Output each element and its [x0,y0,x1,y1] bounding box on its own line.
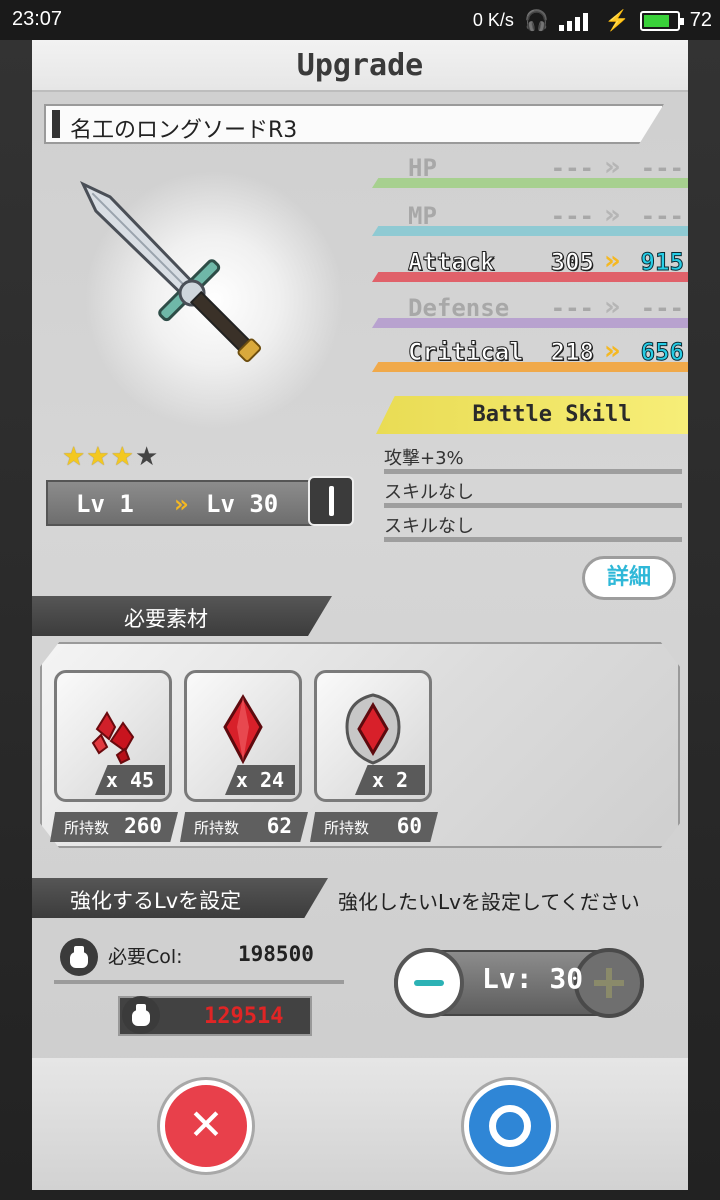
red-gem-icon [223,694,263,765]
status-time: 23:07 [12,8,63,30]
level-to: Lv 30 [206,490,279,518]
stat-current: 305 [550,248,594,277]
stat-label: Critical [408,338,525,367]
stat-arrow-icon: » [604,200,621,230]
stat-row-hp: HP --- » --- [368,152,688,192]
level-set-header: 強化するLvを設定 [32,878,328,918]
red-crystal-shards-icon [91,711,135,765]
skill-item: スキルなし [384,512,682,542]
col-bag-icon [60,938,98,976]
increase-level-button[interactable] [574,948,644,1018]
material-card-red-gem[interactable]: x 24 [184,670,302,802]
skill-item: スキルなし [384,478,682,508]
material-card-red-crystal-shards[interactable]: x 45 [54,670,172,802]
stat-row-critical: Critical 218 » 656 [368,336,688,376]
owned-value: 62 [266,814,292,838]
battery-level: 72 [689,9,712,31]
stat-current: 218 [550,338,594,367]
cost-label: 必要Col: [108,946,183,968]
decrease-level-button[interactable] [394,948,464,1018]
stat-label: HP [408,154,437,182]
level-display: Lv: 30 [482,962,584,995]
status-bar: 23:07 0 K/s 🎧 ⚡ 72 [0,0,720,40]
stat-current: --- [550,154,594,182]
stat-row-mp: MP --- » --- [368,200,688,240]
level-arrow-icon: » [174,490,189,518]
stat-new: 656 [640,338,684,367]
stars-filled: ★★★ [62,442,135,472]
net-speed: 0 K/s [472,10,514,30]
stat-new: --- [640,202,684,230]
cancel-button[interactable]: ✕ [160,1080,252,1172]
stat-new: 915 [640,248,684,277]
divider [54,980,344,984]
owned-bag-icon [122,996,160,1034]
sword-icon [79,180,262,363]
stat-arrow-icon: » [604,336,621,366]
stat-row-defense: Defense --- » --- [368,292,688,332]
item-name-bar: 名工のロングソードR3 [44,104,664,144]
materials-header-label: 必要素材 [124,607,208,631]
owned-value: 260 [124,814,162,838]
level-set-header-label: 強化するLvを設定 [70,889,242,913]
material-card-ornate-red-gem[interactable]: x 2 [314,670,432,802]
battery-icon [639,10,684,31]
cost-value: 198500 [238,942,314,966]
upgrade-panel: Upgrade 名工のロングソードR3 ★★★★ Lv 1 » Lv 30 HP… [32,40,688,1190]
owned-label: 所持数 [324,819,370,837]
stat-arrow-icon: » [604,152,621,182]
stat-label: Attack [408,248,496,277]
battle-skill-header: Battle Skill [376,396,688,434]
detail-button[interactable]: 詳細 [582,556,676,600]
owned-value: 60 [396,814,422,838]
stat-current: --- [550,294,594,322]
level-from: Lv 1 [76,490,134,518]
charging-icon: ⚡ [604,10,630,32]
ornate-red-gem-icon [345,693,401,765]
battle-skill-label: Battle Skill [472,402,632,427]
skill-item: 攻撃+3% [384,444,682,474]
material-owned: 所持数 260 [50,812,178,842]
status-right: 0 K/s 🎧 ⚡ 72 [473,8,712,33]
owned-label: 所持数 [64,819,110,837]
item-name: 名工のロングソードR3 [70,118,298,143]
stat-new: --- [640,154,684,182]
headphones-icon: 🎧 [523,10,549,32]
weapon-display [44,160,374,460]
owned-label: 所持数 [194,819,240,837]
confirm-button[interactable] [464,1080,556,1172]
level-set-hint: 強化したいLvを設定してください [338,890,640,914]
title-bar: Upgrade [32,40,688,92]
stars-empty: ★ [134,442,160,472]
stat-current: --- [550,202,594,230]
material-owned: 所持数 62 [180,812,308,842]
stat-row-attack: Attack 305 » 915 [368,246,688,286]
page-title: Upgrade [296,48,424,83]
owned-col-value: 129514 [204,1004,284,1029]
bottom-bar [32,1058,688,1190]
rarity-stars: ★★★★ [62,442,159,472]
stat-new: --- [640,294,684,322]
max-level-button[interactable] [308,476,354,526]
stat-label: MP [408,202,437,230]
material-owned: 所持数 60 [310,812,438,842]
signal-icon [558,11,595,31]
stat-arrow-icon: » [604,246,621,276]
materials-header: 必要素材 [32,596,332,636]
stat-arrow-icon: » [604,292,621,322]
stat-label: Defense [408,294,510,322]
level-range-bar: Lv 1 » Lv 30 [46,480,346,526]
